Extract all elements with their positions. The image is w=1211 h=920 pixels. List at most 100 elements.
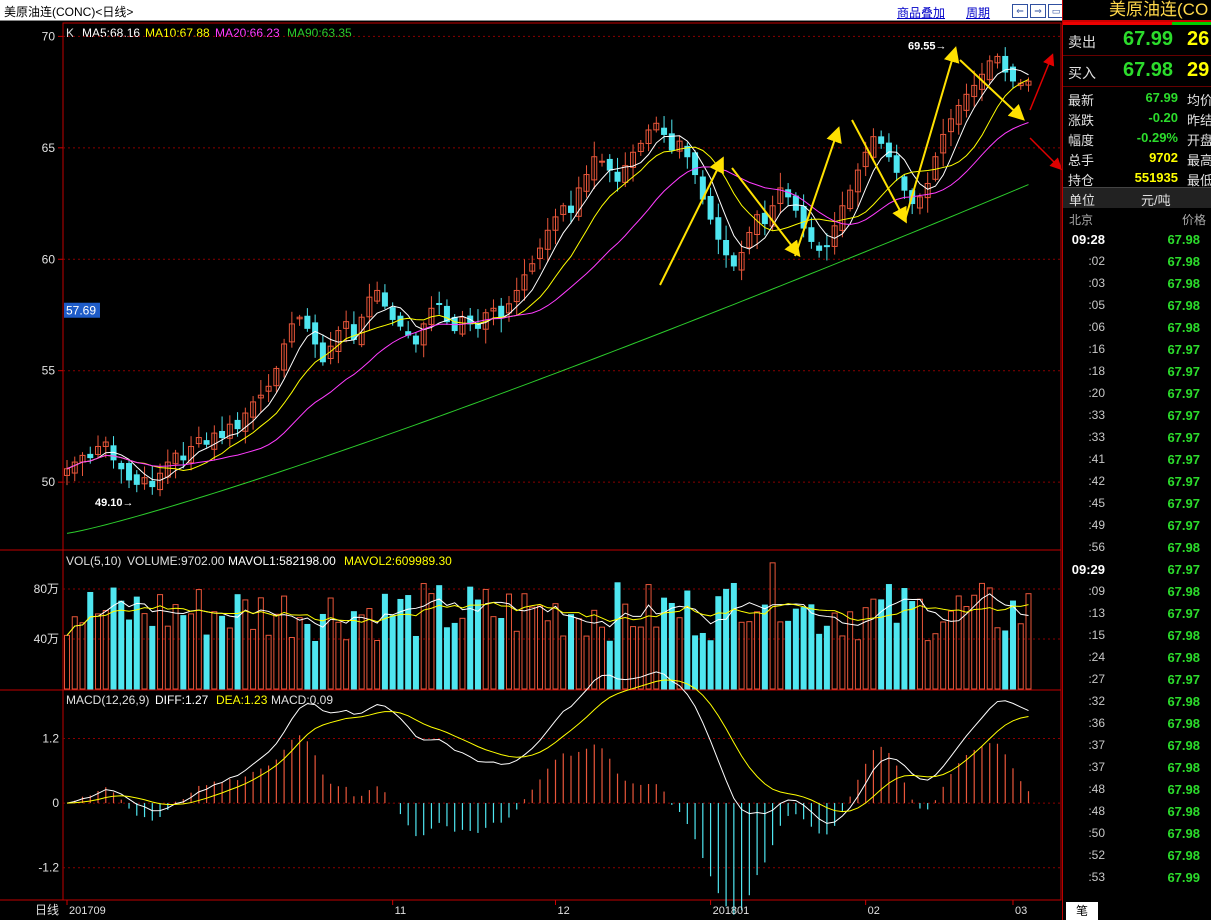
tick-time: :49	[1088, 518, 1105, 532]
dea-legend: DEA:1.23	[216, 693, 268, 707]
mavol2-legend: MAVOL2:609989.30	[344, 554, 452, 568]
tick-list[interactable]: 09:28 67.98:02 67.98:03 67.98:05 67.98:06 67.…	[1063, 228, 1211, 888]
volume-bar	[459, 617, 466, 690]
volume-bar	[924, 640, 931, 690]
volume-bar	[932, 633, 939, 690]
tick-price: 67.98	[1167, 716, 1200, 731]
volume-bar	[102, 610, 109, 690]
kline-chart[interactable]: K MA5:68.16 MA10:67.88 MA20:66.23 MA90:6…	[0, 20, 1062, 920]
quote-row: 持仓 551935 最低	[1063, 167, 1211, 188]
tick-price: 67.99	[1167, 870, 1200, 885]
volume-bar	[800, 607, 807, 690]
volume-bar	[816, 633, 823, 690]
volume-bar	[536, 605, 543, 690]
tick-time: :20	[1088, 386, 1105, 400]
tick-header-time: 北京	[1069, 213, 1094, 227]
tick-row: :42 67.97	[1063, 470, 1211, 492]
candle-body	[436, 302, 443, 305]
volume-bar	[792, 608, 799, 690]
volume-bar	[630, 626, 637, 690]
ma20-legend: MA20:66.23	[215, 26, 280, 40]
tick-tab[interactable]: 笔	[1066, 902, 1098, 920]
tick-time: :16	[1088, 342, 1105, 356]
tick-price: 67.98	[1167, 254, 1200, 269]
tick-row: :02 67.98	[1063, 250, 1211, 272]
volume-bar	[940, 621, 947, 690]
tick-time: :37	[1088, 760, 1105, 774]
tick-price: 67.97	[1167, 386, 1200, 401]
volume-bar	[614, 582, 621, 690]
ma5-line	[66, 68, 1029, 481]
volume-bar	[839, 635, 846, 690]
volume-bar	[994, 627, 1001, 690]
tick-price: 67.98	[1167, 782, 1200, 797]
volume-bar	[304, 623, 311, 690]
period-link[interactable]: 周期	[966, 4, 990, 21]
volume-bar	[381, 593, 388, 690]
quote-row-value: 67.99	[1145, 90, 1178, 105]
tick-time: :02	[1088, 254, 1105, 268]
volume-bar	[203, 634, 210, 690]
volume-bar	[133, 596, 140, 690]
volume-bar	[79, 622, 86, 690]
tick-header-price: 价格	[1181, 213, 1206, 227]
tick-price: 67.97	[1167, 430, 1200, 445]
tick-row: :24 67.98	[1063, 646, 1211, 668]
tick-price: 67.98	[1167, 628, 1200, 643]
tick-price: 67.97	[1167, 562, 1200, 577]
candle-body	[397, 315, 404, 327]
x-tick-label: 12	[558, 905, 570, 917]
volume-bar	[916, 598, 923, 690]
volume-bar	[692, 635, 699, 690]
unit-value: 元/吨	[1141, 193, 1171, 208]
volume-bar	[126, 619, 133, 690]
mavol1-legend: MAVOL1:582198.00	[228, 554, 336, 568]
volume-bar	[451, 622, 458, 690]
volume-bar	[118, 600, 125, 690]
quote-row-value: -0.29%	[1136, 130, 1178, 145]
tick-price: 67.98	[1167, 232, 1200, 247]
candle-body	[761, 212, 768, 225]
overlay-link[interactable]: 商品叠加	[897, 4, 945, 21]
volume-bar	[505, 593, 512, 690]
nav-left-icon[interactable]: ⇐	[1012, 4, 1028, 18]
volume-bar	[777, 621, 784, 690]
tick-row: :49 67.97	[1063, 514, 1211, 536]
tick-time: 09:28	[1071, 232, 1105, 247]
tick-price: 67.97	[1167, 496, 1200, 511]
tick-price: 67.98	[1167, 738, 1200, 753]
tick-price: 67.98	[1167, 694, 1200, 709]
volume-bar	[862, 607, 869, 690]
candle-body	[715, 217, 722, 240]
volume-bar	[947, 610, 954, 690]
volume-bar	[1025, 593, 1032, 690]
buy-row: 买入 67.98 29	[1063, 56, 1211, 87]
tick-time: :33	[1088, 408, 1105, 422]
candle-body	[180, 455, 187, 461]
macd-tick-label: 1.2	[42, 731, 59, 745]
tick-row: :09 67.98	[1063, 580, 1211, 602]
candle-body	[730, 255, 737, 267]
candle-body	[599, 160, 606, 163]
buy-volume: 29	[1187, 59, 1210, 81]
tick-time: :36	[1088, 716, 1105, 730]
tick-price: 67.98	[1167, 760, 1200, 775]
nav-right-icon[interactable]: ⇒	[1030, 4, 1046, 18]
tick-row: :45 67.97	[1063, 492, 1211, 514]
volume-bar	[668, 602, 675, 690]
low-price-label: 49.10→	[95, 497, 134, 509]
tick-row: :16 67.97	[1063, 338, 1211, 360]
volume-bar	[219, 615, 226, 690]
tick-row: :33 67.97	[1063, 426, 1211, 448]
unit-label: 单位	[1069, 193, 1096, 208]
volume-bar	[676, 617, 683, 690]
volume-bar	[374, 639, 381, 690]
candle-body	[219, 430, 226, 439]
candle-body	[606, 158, 613, 171]
volume-bar	[490, 616, 497, 690]
volume-bar	[412, 635, 419, 690]
candle-body	[661, 127, 668, 135]
tick-price: 67.98	[1167, 650, 1200, 665]
volume-bar	[637, 626, 644, 690]
volume-bar	[335, 621, 342, 690]
